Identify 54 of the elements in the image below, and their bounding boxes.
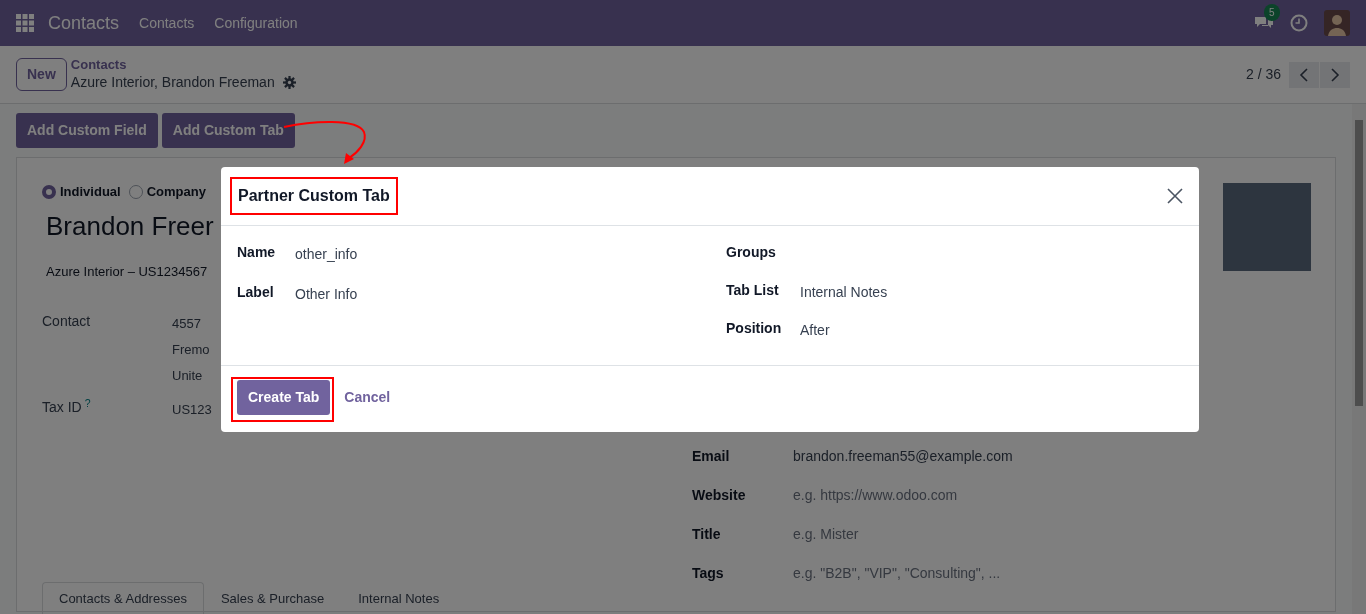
field-value: 4557 <box>172 315 202 333</box>
menu-item[interactable]: Configuration <box>214 12 298 34</box>
field-value: US123 <box>172 401 212 419</box>
form-tab[interactable]: Internal Notes <box>341 582 457 614</box>
field-label: Tax ID <box>42 399 82 415</box>
menu-item[interactable]: Contacts <box>139 12 195 34</box>
new-button[interactable]: New <box>16 58 67 91</box>
input-field[interactable]: e.g. https://www.odoo.com <box>793 485 958 506</box>
gear-icon[interactable] <box>282 75 296 89</box>
field-label: Tab List <box>726 281 780 300</box>
field-label: Label <box>237 283 275 302</box>
cancel-button[interactable]: Cancel <box>338 386 397 409</box>
breadcrumb-link[interactable]: Contacts <box>70 56 296 72</box>
field-value: Other Info <box>295 285 358 304</box>
form-tab[interactable]: Sales & Purchase <box>203 582 342 614</box>
action-button[interactable]: Add Custom Tab <box>161 113 295 148</box>
clock-icon[interactable] <box>1290 14 1308 32</box>
field-label: Groups <box>726 243 777 262</box>
company-line: Azure Interior – US1234567 <box>46 262 209 281</box>
apps-grid-icon[interactable] <box>16 14 34 32</box>
contact-name: Brandon Freer <box>46 209 215 243</box>
create-tab-button[interactable]: Create Tab <box>237 380 331 415</box>
message-count-badge: 5 <box>1264 3 1280 21</box>
form-tab[interactable]: Contacts & Addresses <box>42 582 204 614</box>
radio-option[interactable]: Individual <box>42 182 121 202</box>
radio-option[interactable]: Company <box>128 182 206 202</box>
field-label: Website <box>692 486 747 505</box>
chevron-right-icon <box>1330 67 1340 82</box>
field-value: brandon.freeman55@example.com <box>793 447 1013 466</box>
pager-counter: 2 / 36 <box>1245 65 1281 84</box>
field-label: Contact <box>42 313 91 329</box>
app-title[interactable]: Contacts <box>48 9 120 37</box>
record-title: Azure Interior, Brandon Freeman <box>70 72 275 92</box>
previous-button[interactable] <box>1289 61 1319 88</box>
next-button[interactable] <box>1320 61 1350 88</box>
field-label: Title <box>692 525 722 544</box>
field-value: other_info <box>295 245 358 264</box>
field-value: Unite <box>172 367 204 385</box>
field-label: Name <box>237 243 277 262</box>
input-field[interactable]: e.g. "B2B", "VIP", "Consulting", ... <box>793 563 1001 584</box>
field-label: Email <box>692 447 731 466</box>
scrollbar[interactable] <box>1352 104 1366 614</box>
action-button[interactable]: Add Custom Field <box>16 113 158 148</box>
dialog-title: Partner Custom Tab <box>230 177 398 215</box>
chevron-left-icon <box>1299 67 1309 82</box>
field-label: Tags <box>692 564 725 583</box>
field-value: Internal Notes <box>800 283 888 302</box>
field-label: Position <box>726 319 783 338</box>
help-mark[interactable]: ? <box>84 396 91 409</box>
user-avatar-icon[interactable] <box>1324 10 1350 36</box>
field-value: After <box>800 321 830 340</box>
field-value: Fremo <box>172 341 210 359</box>
close-icon[interactable] <box>1167 188 1183 204</box>
input-field[interactable]: e.g. Mister <box>793 524 859 545</box>
